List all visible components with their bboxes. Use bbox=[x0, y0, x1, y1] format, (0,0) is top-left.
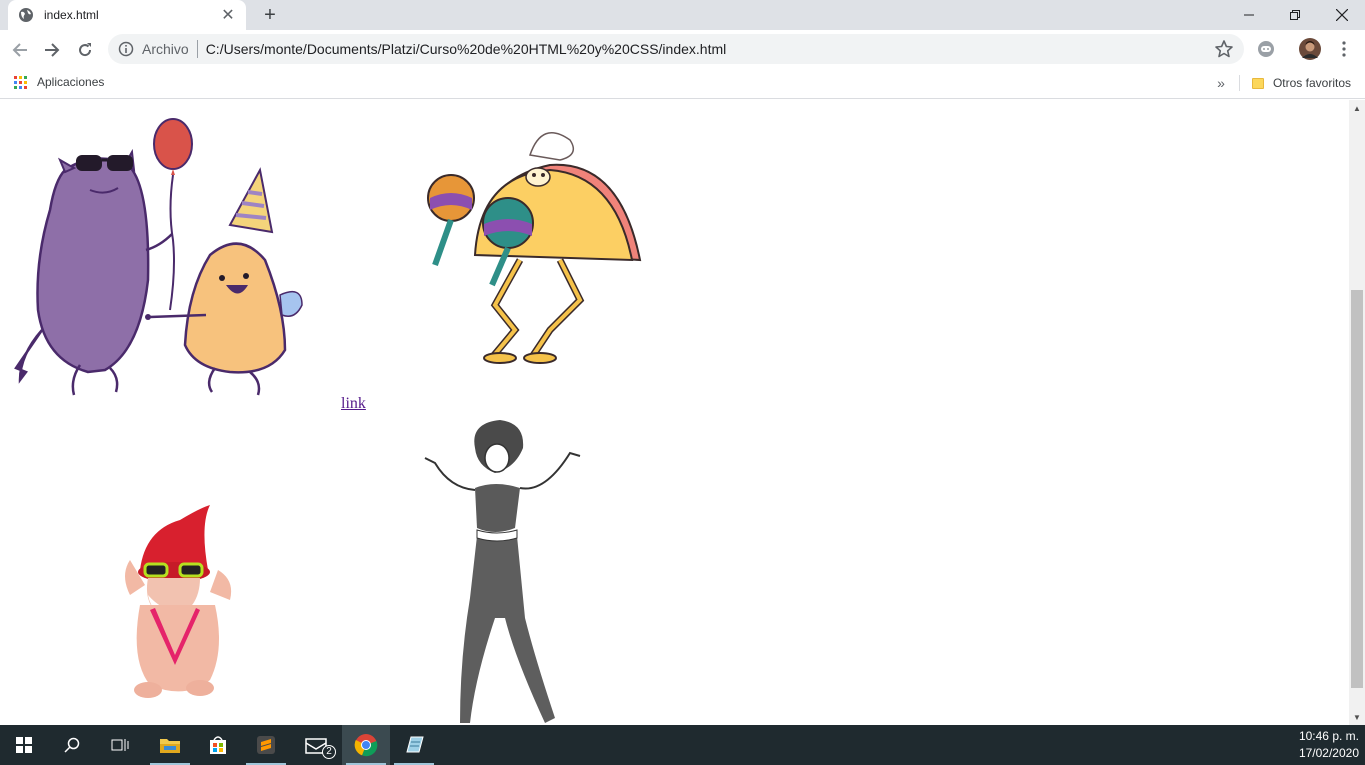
kebab-menu-icon bbox=[1342, 41, 1346, 57]
bookmarks-bar: Aplicaciones » Otros favoritos bbox=[0, 68, 1365, 99]
browser-toolbar: Archivo C:/Users/monte/Documents/Platzi/… bbox=[0, 30, 1365, 68]
url-text[interactable]: C:/Users/monte/Documents/Platzi/Curso%20… bbox=[206, 41, 1214, 57]
minimize-button[interactable] bbox=[1226, 0, 1272, 30]
profile-button[interactable] bbox=[1299, 38, 1321, 60]
info-icon[interactable] bbox=[118, 41, 134, 57]
star-icon[interactable] bbox=[1214, 39, 1234, 59]
arrow-right-icon bbox=[45, 43, 60, 57]
file-explorer-button[interactable] bbox=[146, 725, 194, 765]
back-button[interactable] bbox=[6, 36, 34, 64]
woman-dancing-gif bbox=[424, 420, 581, 723]
monsters-party-gif bbox=[14, 118, 303, 396]
apps-shortcut[interactable]: Aplicaciones bbox=[14, 75, 104, 89]
bookmarks-right: » Otros favoritos bbox=[1217, 75, 1351, 91]
page-link[interactable]: link bbox=[341, 395, 366, 413]
clock-time: 10:46 p. m. bbox=[1298, 729, 1359, 743]
search-button[interactable] bbox=[48, 725, 96, 765]
scroll-down-arrow-icon[interactable]: ▼ bbox=[1349, 709, 1365, 725]
mail-badge: 2 bbox=[322, 745, 336, 759]
globe-icon bbox=[19, 8, 33, 22]
tab-strip: index.html ✕ + bbox=[0, 0, 1365, 30]
bookmarks-divider bbox=[1238, 75, 1240, 91]
address-bar[interactable]: Archivo C:/Users/monte/Documents/Platzi/… bbox=[108, 34, 1244, 64]
apps-label: Aplicaciones bbox=[37, 75, 105, 89]
other-bookmarks-label[interactable]: Otros favoritos bbox=[1273, 76, 1351, 90]
windows-taskbar: 2 10:46 p. m. 17/02/2020 bbox=[0, 725, 1365, 765]
restore-icon bbox=[1290, 10, 1300, 20]
page-scrollbar[interactable]: ▲ ▼ bbox=[1349, 100, 1365, 725]
search-icon bbox=[64, 737, 80, 753]
minimize-icon bbox=[1244, 14, 1254, 16]
folder-icon bbox=[1251, 77, 1264, 89]
scroll-up-arrow-icon[interactable]: ▲ bbox=[1349, 100, 1365, 116]
tab-title: index.html bbox=[44, 8, 99, 22]
arrow-left-icon bbox=[12, 43, 27, 57]
gnome-dancing-gif bbox=[125, 505, 232, 698]
clock-date: 17/02/2020 bbox=[1298, 746, 1359, 760]
taco-maracas-gif bbox=[427, 131, 642, 364]
more-bookmarks-chevron-icon[interactable]: » bbox=[1217, 75, 1225, 91]
close-icon bbox=[1336, 9, 1348, 21]
start-button[interactable] bbox=[0, 725, 48, 765]
page-content: link bbox=[0, 100, 1349, 725]
task-view-icon bbox=[111, 739, 129, 751]
apps-grid-icon bbox=[14, 75, 27, 89]
mail-button[interactable]: 2 bbox=[294, 725, 342, 765]
extension-icon bbox=[1258, 41, 1274, 57]
store-button[interactable] bbox=[194, 725, 242, 765]
reload-icon bbox=[79, 43, 92, 57]
windows-logo-icon bbox=[16, 737, 32, 753]
sublime-icon bbox=[257, 736, 275, 754]
restore-button[interactable] bbox=[1272, 0, 1318, 30]
forward-button[interactable] bbox=[38, 36, 66, 64]
notes-app-button[interactable] bbox=[390, 725, 438, 765]
reload-button[interactable] bbox=[71, 36, 99, 64]
chrome-icon bbox=[354, 734, 378, 757]
sublime-text-button[interactable] bbox=[242, 725, 290, 765]
chip-divider bbox=[196, 40, 198, 58]
file-chip: Archivo bbox=[142, 41, 189, 57]
new-tab-button[interactable]: + bbox=[258, 3, 282, 27]
chrome-button[interactable] bbox=[342, 725, 390, 765]
store-icon bbox=[210, 736, 226, 754]
tab-index[interactable]: index.html ✕ bbox=[8, 0, 246, 30]
avatar bbox=[1299, 38, 1321, 60]
task-view-button[interactable] bbox=[96, 725, 144, 765]
extension-button[interactable] bbox=[1255, 38, 1277, 60]
close-window-button[interactable] bbox=[1319, 0, 1365, 30]
system-clock[interactable]: 10:46 p. m. 17/02/2020 bbox=[1299, 728, 1359, 762]
close-tab-icon[interactable]: ✕ bbox=[220, 5, 236, 25]
notepad-icon bbox=[406, 736, 424, 753]
scrollbar-thumb[interactable] bbox=[1351, 290, 1363, 688]
menu-button[interactable] bbox=[1333, 38, 1355, 60]
folder-icon bbox=[160, 739, 180, 753]
